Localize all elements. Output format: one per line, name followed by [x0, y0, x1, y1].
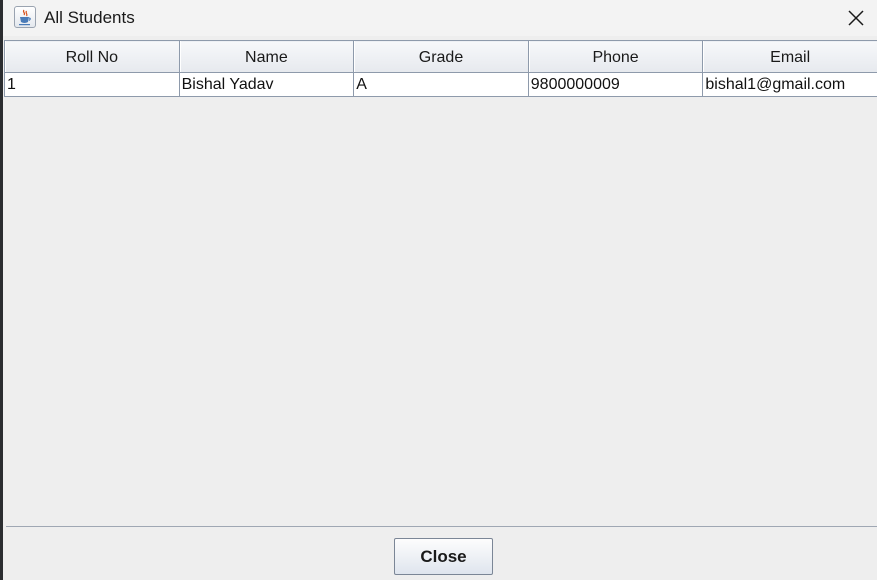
students-table: Roll No Name Grade Phone Email 1 Bishal …: [4, 40, 877, 97]
close-button[interactable]: Close: [394, 538, 493, 575]
cell-phone[interactable]: 9800000009: [527, 72, 704, 97]
column-header-name[interactable]: Name: [178, 40, 355, 73]
students-table-area[interactable]: Roll No Name Grade Phone Email 1 Bishal …: [4, 40, 877, 526]
footer-divider: [6, 526, 877, 527]
column-header-grade[interactable]: Grade: [353, 40, 529, 73]
table-row[interactable]: 1 Bishal Yadav A 9800000009 bishal1@gmai…: [4, 72, 877, 97]
cell-roll-no[interactable]: 1: [4, 72, 180, 97]
window-title: All Students: [44, 8, 135, 27]
cell-email[interactable]: bishal1@gmail.com: [702, 72, 877, 97]
cell-name[interactable]: Bishal Yadav: [178, 72, 355, 97]
table-header-row: Roll No Name Grade Phone Email: [4, 40, 877, 73]
column-header-email[interactable]: Email: [702, 40, 877, 73]
close-icon[interactable]: [844, 6, 868, 30]
java-cup-icon: [14, 6, 36, 28]
dialog-window: All Students Roll No Name Grade Phone Em…: [0, 0, 877, 580]
title-bar[interactable]: All Students: [3, 0, 877, 36]
cell-grade[interactable]: A: [353, 72, 529, 97]
column-header-roll-no[interactable]: Roll No: [4, 40, 180, 73]
column-header-phone[interactable]: Phone: [527, 40, 704, 73]
